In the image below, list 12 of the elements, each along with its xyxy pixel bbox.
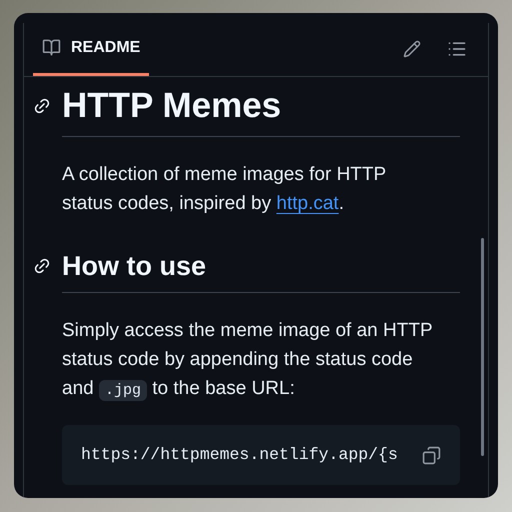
readme-tab[interactable]: README	[33, 22, 150, 76]
code-text: https://httpmemes.netlify.app/{s	[81, 444, 398, 466]
book-icon	[42, 38, 61, 57]
edit-icon[interactable]	[403, 40, 421, 58]
paragraph: A collection of meme images for HTTP status codes, inspired by http.cat.	[62, 163, 387, 216]
link[interactable]: http.cat	[276, 193, 339, 214]
copy-icon[interactable]	[422, 446, 441, 464]
inline-code: .jpg	[98, 380, 147, 401]
section-heading: How to use	[62, 250, 206, 283]
page-title: HTTP Memes	[62, 85, 282, 127]
scrollbar-thumb[interactable]	[481, 238, 484, 456]
paragraph: Simply access the meme image of an HTTP status code by appending the status code and .jpg to the base URL:	[62, 319, 434, 403]
